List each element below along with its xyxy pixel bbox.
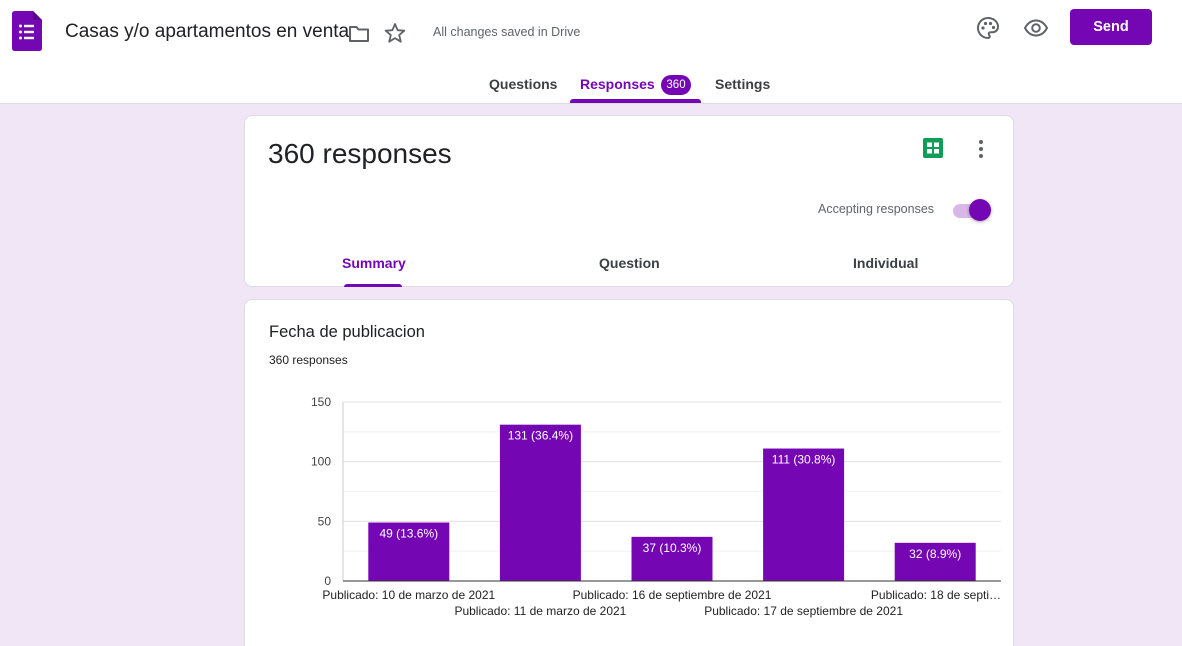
bar xyxy=(499,424,581,581)
more-options-icon[interactable] xyxy=(971,138,991,160)
x-category-label: Publicado: 17 de septiembre de 2021 xyxy=(704,604,903,618)
bar-data-label: 111 (30.8%) xyxy=(772,453,836,467)
y-tick-label: 100 xyxy=(311,455,331,469)
x-category-label: Publicado: 10 de marzo de 2021 xyxy=(322,588,495,602)
x-category-label: Publicado: 11 de marzo de 2021 xyxy=(454,604,626,618)
responses-count-badge: 360 xyxy=(661,75,691,95)
forms-logo-icon[interactable] xyxy=(12,11,42,51)
send-button[interactable]: Send xyxy=(1070,9,1152,45)
tab-settings[interactable]: Settings xyxy=(715,76,770,92)
sheets-icon[interactable] xyxy=(923,138,943,158)
bar-data-label: 131 (36.4%) xyxy=(508,429,573,443)
active-tab-indicator xyxy=(570,99,701,103)
bar-data-label: 37 (10.3%) xyxy=(643,541,702,555)
x-category-label: Publicado: 18 de septi… xyxy=(871,588,1001,602)
tab-questions[interactable]: Questions xyxy=(489,76,557,92)
save-status: All changes saved in Drive xyxy=(433,25,581,39)
x-category-label: Publicado: 16 de septiembre de 2021 xyxy=(573,588,772,602)
bar-data-label: 49 (13.6%) xyxy=(379,527,438,541)
eye-icon[interactable] xyxy=(1023,15,1049,41)
toggle-knob xyxy=(969,199,991,221)
star-icon[interactable] xyxy=(383,21,407,45)
active-subtab-indicator xyxy=(344,284,402,287)
bar xyxy=(763,448,845,581)
y-tick-label: 50 xyxy=(318,514,332,528)
bar-data-label: 32 (8.9%) xyxy=(909,547,961,561)
subtab-summary[interactable]: Summary xyxy=(342,255,406,271)
responses-total-heading: 360 responses xyxy=(268,138,452,169)
bar-chart: 0 50 100 150 49 (13.6%) 131 (36.4%) 37 (10.3%)… xyxy=(311,395,1001,618)
subtab-individual[interactable]: Individual xyxy=(853,255,918,271)
folder-icon[interactable] xyxy=(347,22,371,46)
y-tick-label: 0 xyxy=(324,574,331,588)
tab-responses[interactable]: Responses xyxy=(580,76,655,92)
palette-icon[interactable] xyxy=(975,15,1001,41)
question-summary-card: Fecha de publicacion 360 responses 0 50 10… xyxy=(244,299,1014,646)
subtab-question[interactable]: Question xyxy=(599,255,660,271)
accepting-responses-label: Accepting responses xyxy=(818,202,935,216)
y-tick-label: 150 xyxy=(311,395,331,409)
accepting-responses-toggle[interactable] xyxy=(951,198,991,222)
responses-summary-card: 360 responses Accepting responses Summar… xyxy=(244,115,1014,287)
document-title[interactable]: Casas y/o apartamentos en venta xyxy=(65,21,349,43)
app-header: Casas y/o apartamentos en venta All chan… xyxy=(0,0,1182,104)
